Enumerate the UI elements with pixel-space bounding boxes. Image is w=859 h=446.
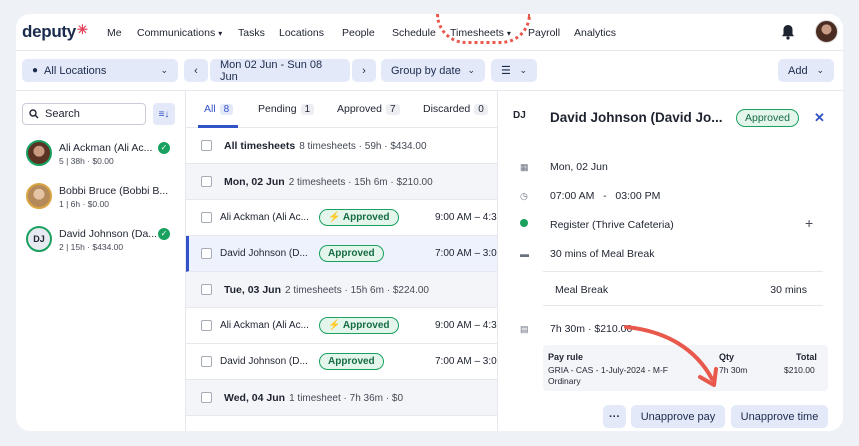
nav-communications[interactable]: Communications ▾ bbox=[137, 27, 222, 39]
clock-icon: ◷ bbox=[520, 191, 528, 201]
user-avatar[interactable] bbox=[815, 20, 838, 43]
status-badge: ⚡ Approved bbox=[319, 209, 399, 226]
select-all-checkbox[interactable] bbox=[201, 140, 212, 151]
employee-item[interactable]: DJ David Johnson (Da... 2 | 15h · $434.0… bbox=[26, 226, 176, 260]
money-icon: ▤ bbox=[520, 324, 529, 334]
calendar-icon: ▦ bbox=[520, 162, 529, 172]
plus-icon[interactable]: + bbox=[805, 215, 813, 231]
app-window: deputy✳ Me Communications ▾ Tasks Locatio… bbox=[16, 14, 843, 431]
approved-check-icon: ✓ bbox=[158, 142, 170, 154]
filter-icon: ☰ bbox=[501, 65, 511, 77]
group-checkbox[interactable] bbox=[201, 176, 212, 187]
break-row[interactable]: Meal Break 30 mins bbox=[543, 271, 823, 306]
table-row[interactable]: Ali Ackman (Ali Ac... ⚡ Approved 9:00 AM… bbox=[186, 200, 497, 236]
group-checkbox[interactable] bbox=[201, 284, 212, 295]
status-badge: Approved bbox=[319, 245, 384, 262]
chevron-down-icon: ▾ bbox=[218, 29, 223, 38]
chevron-left-icon: ‹ bbox=[194, 64, 198, 77]
break-summary[interactable]: 30 mins of Meal Break bbox=[550, 248, 654, 260]
nav-people[interactable]: People bbox=[342, 27, 375, 39]
approved-check-icon: ✓ bbox=[158, 228, 170, 240]
date-group-row[interactable]: Wed, 04 Jun 1 timesheet · 7h 36m · $0 bbox=[186, 380, 497, 416]
area-selector[interactable]: Register (Thrive Cafeteria) bbox=[550, 219, 674, 231]
table-row[interactable]: David Johnson (D... Approved 7:00 AM – 3… bbox=[186, 344, 497, 380]
nav-analytics[interactable]: Analytics bbox=[574, 27, 616, 39]
date-range-picker[interactable]: Mon 02 Jun - Sun 08 Jun bbox=[210, 59, 350, 83]
status-badge: Approved bbox=[736, 109, 799, 127]
area-dot-icon bbox=[520, 219, 528, 227]
next-week-button[interactable]: › bbox=[352, 59, 376, 82]
status-badge: ⚡ Approved bbox=[319, 317, 399, 334]
chevron-down-icon: ⌄ bbox=[160, 65, 168, 75]
more-options-button[interactable]: ··· bbox=[603, 405, 626, 428]
status-badge: Approved bbox=[319, 353, 384, 370]
avatar bbox=[26, 140, 52, 166]
shift-date[interactable]: Mon, 02 Jun bbox=[550, 161, 608, 173]
avatar bbox=[26, 183, 52, 209]
pin-icon: ● bbox=[32, 65, 39, 76]
tab-approved[interactable]: Approved 7 bbox=[337, 103, 400, 115]
unapprove-time-button[interactable]: Unapprove time bbox=[731, 405, 828, 428]
date-group-row[interactable]: Tue, 03 Jun 2 timesheets · 15h 6m · $224.… bbox=[186, 272, 497, 308]
toolbar: ● All Locations ⌄ ‹ Mon 02 Jun - Sun 08 … bbox=[16, 51, 843, 91]
bell-icon[interactable] bbox=[781, 24, 795, 40]
nav-tasks[interactable]: Tasks bbox=[238, 27, 265, 39]
search-icon bbox=[29, 109, 39, 119]
status-tabs: All 8 Pending 1 Approved 7 Discarded 0 bbox=[186, 91, 497, 128]
employee-sidebar: Search ≡↓ Ali Ackman (Ali Ac... 5 | 38h … bbox=[16, 91, 186, 431]
deputy-logo[interactable]: deputy✳ bbox=[22, 22, 88, 42]
row-checkbox[interactable] bbox=[201, 320, 212, 331]
prev-week-button[interactable]: ‹ bbox=[184, 59, 208, 82]
sort-icon: ≡↓ bbox=[158, 108, 170, 120]
nav-locations[interactable]: Locations bbox=[279, 27, 324, 39]
tab-pending[interactable]: Pending 1 bbox=[258, 103, 315, 115]
annotation-highlight bbox=[436, 14, 531, 44]
nav-payroll[interactable]: Payroll bbox=[528, 27, 560, 39]
all-timesheets-row[interactable]: All timesheets 8 timesheets · 59h · $434.… bbox=[186, 128, 497, 164]
chevron-down-icon: ⌄ bbox=[816, 65, 824, 75]
date-group-row[interactable]: Mon, 02 Jun 2 timesheets · 15h 6m · $210.… bbox=[186, 164, 497, 200]
filter-options-button[interactable]: ☰ ⌄ bbox=[491, 59, 537, 82]
search-input[interactable]: Search bbox=[22, 103, 146, 125]
close-icon[interactable]: ✕ bbox=[814, 110, 825, 126]
unapprove-pay-button[interactable]: Unapprove pay bbox=[631, 405, 725, 428]
break-icon: ▬ bbox=[520, 249, 529, 259]
chevron-right-icon: › bbox=[362, 64, 366, 77]
row-checkbox[interactable] bbox=[201, 356, 212, 367]
avatar: DJ bbox=[26, 226, 52, 252]
chevron-down-icon: ⌄ bbox=[467, 65, 475, 75]
employee-item[interactable]: Bobbi Bruce (Bobbi B... 1 | 6h · $0.00 bbox=[26, 183, 176, 217]
nav-schedule[interactable]: Schedule bbox=[392, 27, 436, 39]
tab-all[interactable]: All 8 bbox=[204, 103, 234, 115]
chevron-down-icon: ⌄ bbox=[519, 65, 527, 75]
add-button[interactable]: Add ⌄ bbox=[778, 59, 834, 82]
annotation-arrow bbox=[624, 325, 718, 387]
table-row-selected[interactable]: David Johnson (D... Approved 7:00 AM – 3… bbox=[186, 236, 497, 272]
detail-title: David Johnson (David Jo... bbox=[550, 110, 723, 125]
location-filter[interactable]: ● All Locations ⌄ bbox=[22, 59, 178, 82]
row-checkbox[interactable] bbox=[201, 248, 212, 259]
nav-me[interactable]: Me bbox=[107, 27, 122, 39]
group-by-dropdown[interactable]: Group by date ⌄ bbox=[381, 59, 485, 82]
avatar: DJ bbox=[513, 110, 526, 121]
shift-times[interactable]: 07:00 AM - 03:00 PM bbox=[550, 190, 660, 202]
top-navigation: deputy✳ Me Communications ▾ Tasks Locatio… bbox=[16, 14, 843, 51]
logo-mark: ✳ bbox=[76, 22, 88, 37]
group-checkbox[interactable] bbox=[201, 392, 212, 403]
employee-item[interactable]: Ali Ackman (Ali Ac... 5 | 38h · $0.00 ✓ bbox=[26, 140, 176, 174]
sort-button[interactable]: ≡↓ bbox=[153, 103, 175, 125]
table-row[interactable]: Ali Ackman (Ali Ac... ⚡ Approved 9:00 AM… bbox=[186, 308, 497, 344]
row-checkbox[interactable] bbox=[201, 212, 212, 223]
tab-discarded[interactable]: Discarded 0 bbox=[423, 103, 488, 115]
timesheet-list: All 8 Pending 1 Approved 7 Discarded 0 All t… bbox=[186, 91, 498, 431]
